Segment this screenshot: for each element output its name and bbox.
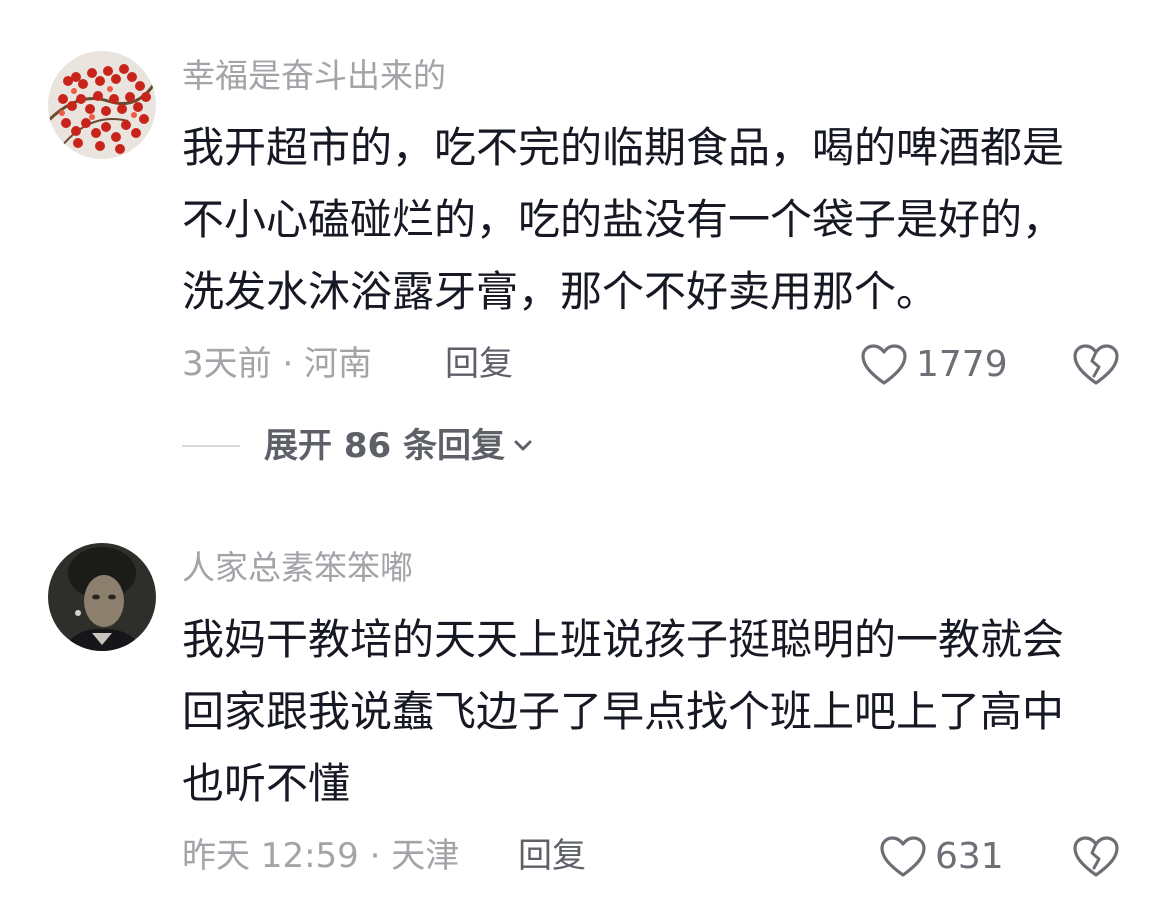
expand-replies-button[interactable]: 展开 86 条回复 bbox=[182, 426, 535, 466]
dark-portrait-avatar-icon bbox=[48, 543, 156, 651]
comment-text-line: 也听不懂 bbox=[182, 759, 351, 808]
broken-heart-icon bbox=[1073, 836, 1119, 877]
comment-text-line: 不小心磕碰烂的，吃的盐没有一个袋子是好的， bbox=[182, 195, 1065, 244]
like-count: 631 bbox=[935, 836, 1004, 877]
dislike-button[interactable] bbox=[1072, 835, 1120, 883]
comment-text: 我妈干教培的天天上班说孩子挺聪明的一教就会 回家跟我说蠢飞边子了早点找个班上吧上… bbox=[182, 604, 1112, 820]
divider bbox=[182, 445, 240, 447]
like-button[interactable]: 631 bbox=[879, 835, 1004, 879]
comment-text-line: 我妈干教培的天天上班说孩子挺聪明的一教就会 bbox=[182, 615, 1065, 664]
heart-icon bbox=[880, 836, 926, 877]
comment-text-line: 我开超市的，吃不完的临期食品，喝的啤酒都是 bbox=[182, 123, 1065, 172]
comment-meta: 3天前 · 河南 bbox=[182, 344, 373, 384]
comment-item: 人家总素笨笨嘟 我妈干教培的天天上班说孩子挺聪明的一教就会 回家跟我说蠢飞边子了… bbox=[0, 500, 1170, 898]
reply-button[interactable]: 回复 bbox=[518, 836, 586, 876]
user-avatar[interactable] bbox=[48, 543, 156, 651]
comment-text: 我开超市的，吃不完的临期食品，喝的啤酒都是 不小心磕碰烂的，吃的盐没有一个袋子是… bbox=[182, 112, 1112, 328]
comment-text-line: 洗发水沐浴露牙膏，那个不好卖用那个。 bbox=[182, 267, 939, 316]
username[interactable]: 人家总素笨笨嘟 bbox=[182, 548, 413, 588]
username[interactable]: 幸福是奋斗出来的 bbox=[182, 56, 446, 96]
user-avatar[interactable] bbox=[48, 51, 156, 159]
expand-replies-label: 展开 86 条回复 bbox=[264, 426, 505, 466]
chevron-down-icon bbox=[514, 440, 532, 451]
dislike-button[interactable] bbox=[1072, 343, 1120, 391]
comment-text-line: 回家跟我说蠢飞边子了早点找个班上吧上了高中 bbox=[182, 687, 1065, 736]
like-button[interactable]: 1779 bbox=[860, 343, 1008, 387]
heart-icon bbox=[861, 344, 907, 385]
comment-meta: 昨天 12:59 · 天津 bbox=[182, 836, 460, 876]
broken-heart-icon bbox=[1073, 344, 1119, 385]
like-count: 1779 bbox=[916, 344, 1008, 385]
comment-item: 幸福是奋斗出来的 我开超市的，吃不完的临期食品，喝的啤酒都是 不小心磕碰烂的，吃… bbox=[0, 0, 1170, 500]
red-berries-avatar-icon bbox=[48, 51, 156, 159]
reply-button[interactable]: 回复 bbox=[445, 344, 513, 384]
